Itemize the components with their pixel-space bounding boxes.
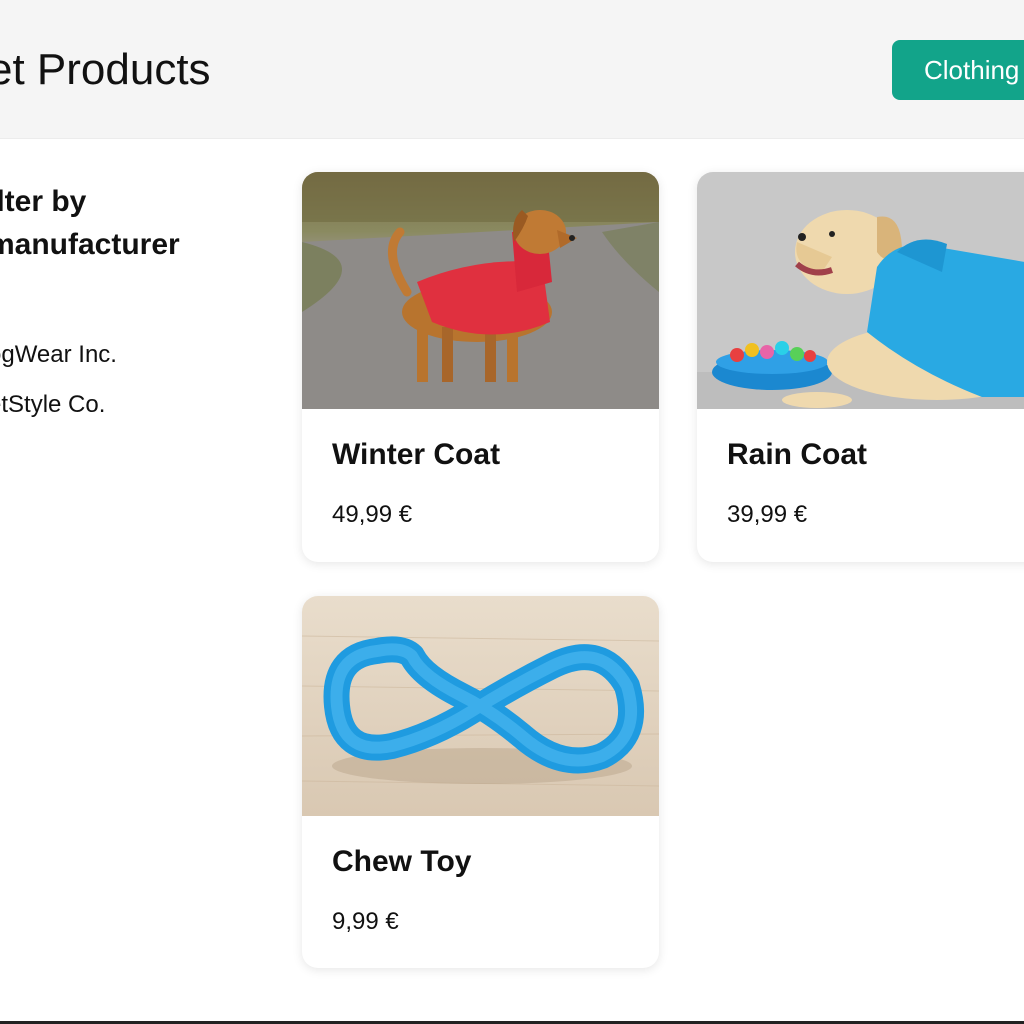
filter-option-dogwear[interactable]: ogWear Inc. — [0, 330, 248, 380]
product-name: Winter Coat — [332, 438, 501, 471]
manufacturer-filter-list: ll ogWear Inc. etStyle Co. — [0, 280, 248, 430]
dog-in-blue-raincoat-photo — [697, 172, 1024, 409]
page-title: et Products — [0, 45, 211, 94]
dog-in-red-coat-photo — [302, 172, 659, 409]
product-price: 39,99 € — [727, 501, 808, 528]
product-name: Chew Toy — [332, 845, 472, 878]
product-card-rain-coat[interactable]: Rain Coat 39,99 € — [697, 172, 1024, 562]
product-price: 9,99 € — [332, 908, 399, 935]
product-card-winter-coat[interactable]: Winter Coat 49,99 € — [302, 172, 659, 562]
filter-heading-text: ılter by manufacturer — [0, 185, 180, 261]
filter-heading: ılter by manufacturer — [0, 180, 248, 266]
product-name: Rain Coat — [727, 438, 868, 471]
product-price: 49,99 € — [332, 501, 413, 528]
filter-option-all[interactable]: ll — [0, 280, 248, 330]
filter-sidebar: ılter by manufacturer ll ogWear Inc. etS… — [0, 180, 248, 430]
filter-option-petstyle[interactable]: etStyle Co. — [0, 380, 248, 430]
page: et Products Clothing ılter by manufactur… — [0, 0, 1024, 1024]
category-tab-clothing[interactable]: Clothing — [892, 40, 1024, 100]
product-card-chew-toy[interactable]: Chew Toy 9,99 € — [302, 596, 659, 968]
header: et Products Clothing — [0, 0, 1024, 139]
blue-chew-toy-photo — [302, 596, 659, 816]
